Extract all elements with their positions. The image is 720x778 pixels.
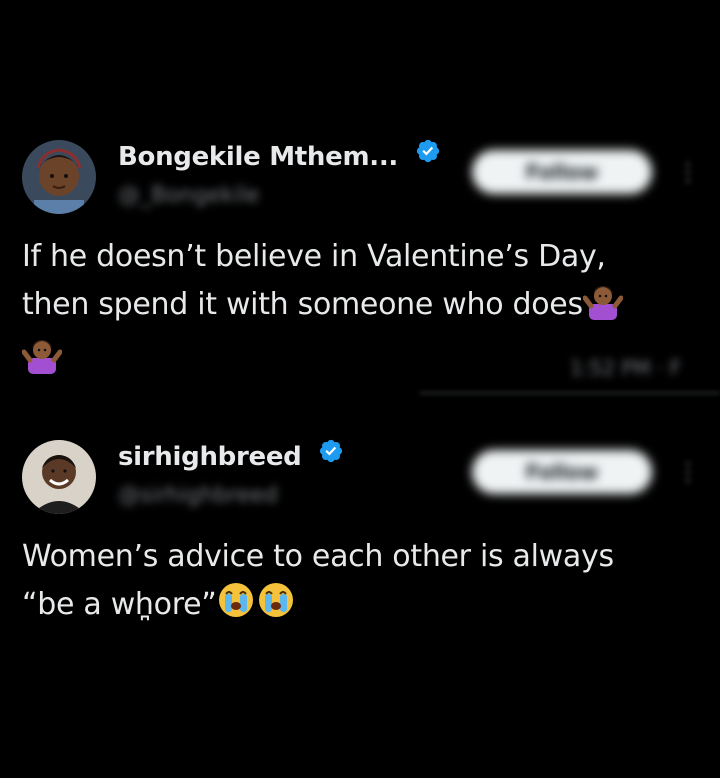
avatar-image xyxy=(22,440,96,514)
shrug-woman-emoji-icon xyxy=(21,334,63,388)
divider xyxy=(420,392,720,394)
handle: @_Bongekile xyxy=(118,183,260,208)
tweet-text-line: then spend it with someone who does xyxy=(22,287,583,322)
avatar[interactable] xyxy=(22,140,96,214)
avatar-image xyxy=(22,140,96,214)
more-options-icon[interactable]: ⋮ xyxy=(676,458,700,486)
loudly-crying-face-emoji-icon xyxy=(256,580,296,634)
follow-button[interactable]: Follow xyxy=(472,450,652,494)
display-name-text: sirhighbreed xyxy=(118,442,302,472)
verified-badge-icon xyxy=(415,138,441,173)
timestamp[interactable]: 1:52 PM · F xyxy=(570,354,720,382)
display-name-text: Bongekile Mthem... xyxy=(118,142,399,172)
display-name[interactable]: Bongekile Mthem... xyxy=(118,138,441,174)
tweet-text-line: “be a wh̪ore” xyxy=(22,587,217,622)
display-name[interactable]: sirhighbreed xyxy=(118,438,344,474)
shrug-woman-emoji-icon xyxy=(582,280,624,334)
more-options-icon[interactable]: ⋮ xyxy=(676,158,700,186)
tweet-text-line: If he doesn’t believe in Valentine’s Day… xyxy=(22,239,606,274)
avatar[interactable] xyxy=(22,440,96,514)
follow-button[interactable]: Follow xyxy=(472,150,652,194)
loudly-crying-face-emoji-icon xyxy=(216,580,256,634)
verified-badge-icon xyxy=(318,438,344,473)
handle: @sirhighbreed xyxy=(118,483,278,508)
tweet-text: Women’s advice to each other is always “… xyxy=(22,534,712,634)
tweet-text-line: Women’s advice to each other is always xyxy=(22,539,614,574)
